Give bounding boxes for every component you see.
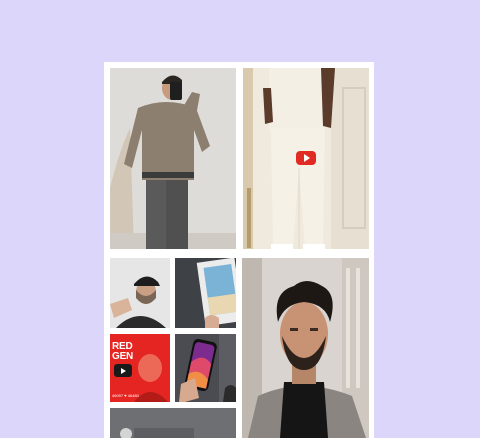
image-grid-card: RED GEN 46097 ♥ 46480 (104, 62, 374, 438)
tile-mirror-selfie[interactable] (110, 68, 236, 249)
thumbnail-title-line2: GEN (112, 351, 134, 362)
phone-in-hand-image (175, 334, 236, 402)
heart-icon: ♥ (124, 393, 127, 398)
thumbnail-stats: 46097 ♥ 46480 (112, 393, 139, 398)
tile-red-thumbnail-video[interactable]: RED GEN 46097 ♥ 46480 (110, 334, 170, 402)
mirror-selfie-image (110, 68, 236, 249)
stat-left: 46097 (112, 393, 124, 398)
bottom-partial-image (110, 408, 236, 438)
framed-photo-image (175, 258, 236, 328)
curly-hair-portrait-image (242, 258, 369, 438)
thumbnail-title: RED GEN (112, 342, 133, 362)
tile-bottom-partial[interactable] (110, 408, 236, 438)
man-in-cap-image (110, 258, 170, 328)
tile-framed-photo[interactable] (175, 258, 236, 328)
tile-man-in-cap[interactable] (110, 258, 170, 328)
tile-curly-hair-portrait[interactable] (242, 258, 369, 438)
tile-cream-outfit-video[interactable] (243, 68, 369, 249)
play-button-icon[interactable] (114, 364, 132, 377)
tile-phone-in-hand[interactable] (175, 334, 236, 402)
play-button-icon[interactable] (296, 151, 316, 165)
stat-right: 46480 (127, 393, 139, 398)
